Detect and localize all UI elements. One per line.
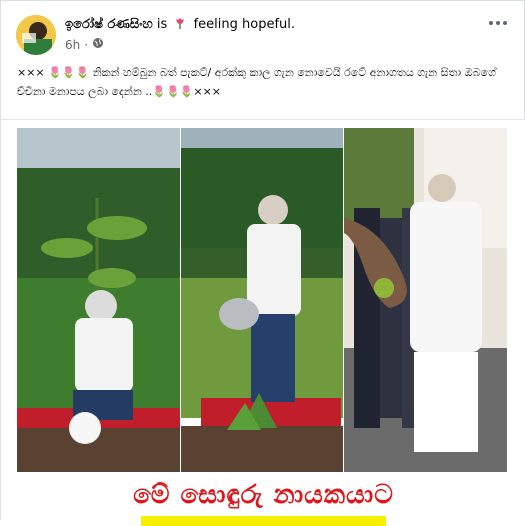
globe-icon[interactable] [92,37,104,52]
banner-text: මේ සොඳුරු නායකයාට [133,480,394,510]
avatar-image [16,15,56,55]
post-image[interactable]: මේ සොඳුරු නායකයාට [1,119,525,526]
post-time[interactable]: 6h [65,38,80,52]
tulip-icon [173,16,187,34]
more-options-button[interactable] [486,13,510,33]
author-avatar[interactable] [16,15,56,55]
post-body-text: ××× 🌷🌷🌷 නිකන් හම්බුන බත් පැකට්/ අරක්කු ක… [17,66,496,98]
more-dot [489,21,493,25]
more-dot [503,21,507,25]
banner-yellow-strip [141,516,386,526]
photo-panel-planting-1 [17,128,180,472]
post-header: ඉරෝෂ් රණසිංහ is feeling hopeful. [65,16,295,34]
is-label: is [156,17,168,32]
feeling-label[interactable]: feeling hopeful. [194,17,295,32]
author-name[interactable]: ඉරෝෂ් රණසිංහ [65,17,153,32]
more-dot [496,21,500,25]
photo-panel-watering [181,128,343,472]
post-card: ඉරෝෂ් රණසිංහ is feeling hopeful. 6h · ××… [0,0,525,526]
post-meta: 6h · [65,37,104,52]
photo-panel-ceremony [344,128,507,472]
dot-separator: · [84,37,89,52]
